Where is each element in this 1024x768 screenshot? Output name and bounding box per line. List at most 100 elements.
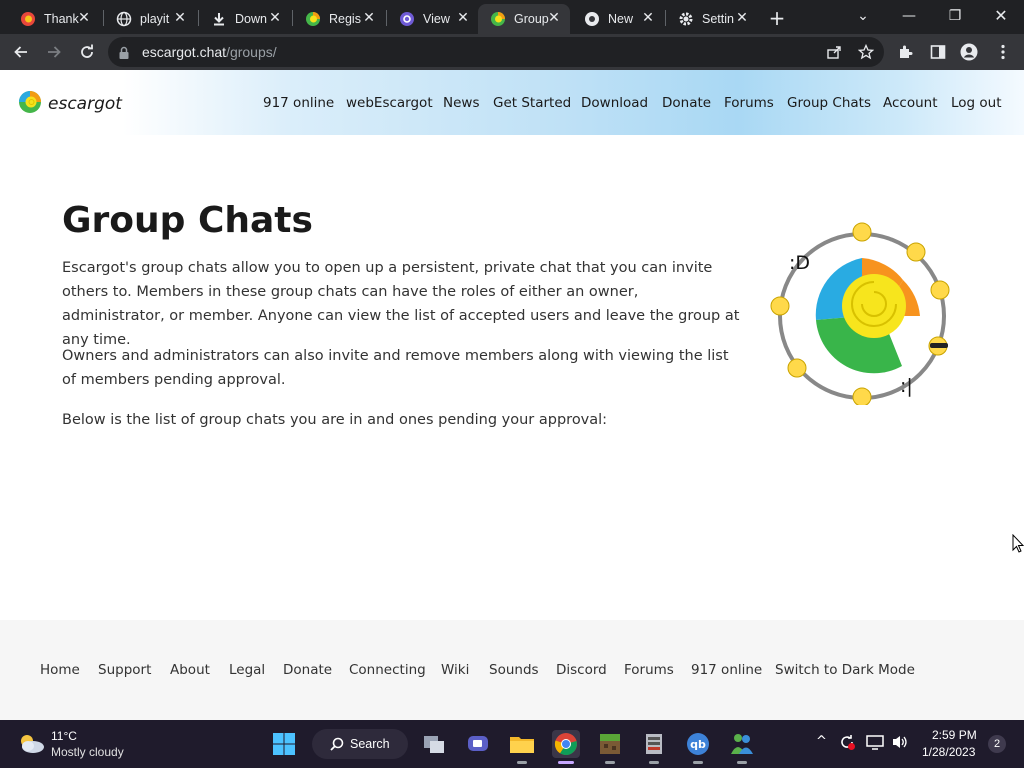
browser-tab[interactable]: Thank ✕: [8, 4, 100, 34]
nav-group-chats[interactable]: Group Chats: [787, 95, 871, 111]
globe-icon: [116, 11, 132, 27]
browser-tab[interactable]: playit ✕: [104, 4, 196, 34]
close-tab-icon[interactable]: ✕: [455, 10, 471, 26]
footer-sounds[interactable]: Sounds: [489, 662, 539, 678]
browser-toolbar: escargot.chat/groups/: [0, 34, 1024, 70]
chrome-taskbar-icon[interactable]: [552, 730, 580, 764]
escargot-icon: [490, 11, 506, 27]
forward-button[interactable]: [42, 40, 66, 64]
qbittorrent-icon[interactable]: qb: [684, 730, 712, 764]
escargot-icon: [20, 11, 36, 27]
footer-support[interactable]: Support: [98, 662, 151, 678]
msn-messenger-icon[interactable]: [728, 730, 756, 764]
window-close-icon[interactable]: ✕: [988, 4, 1014, 28]
weather-description: Mostly cloudy: [51, 745, 124, 759]
mouse-cursor-icon: [1012, 533, 1024, 558]
escargot-icon: [305, 11, 321, 27]
footer-donate[interactable]: Donate: [283, 662, 332, 678]
footer-wiki[interactable]: Wiki: [441, 662, 469, 678]
close-tab-icon[interactable]: ✕: [546, 10, 562, 26]
browser-tab[interactable]: Regis ✕: [293, 4, 385, 34]
address-bar[interactable]: escargot.chat/groups/: [108, 37, 884, 67]
side-panel-icon[interactable]: [929, 43, 947, 61]
browser-tab[interactable]: Down ✕: [199, 4, 291, 34]
nav-news[interactable]: News: [443, 95, 479, 111]
close-tab-icon[interactable]: ✕: [76, 10, 92, 26]
show-hidden-icons-chevron-icon[interactable]: ^: [816, 734, 827, 749]
running-indicator: [517, 761, 527, 764]
close-tab-icon[interactable]: ✕: [640, 10, 656, 26]
nav-get-started[interactable]: Get Started: [493, 95, 571, 111]
svg-text:qb: qb: [690, 738, 706, 751]
minimize-icon[interactable]: —: [896, 4, 922, 28]
profile-icon[interactable]: [960, 43, 978, 61]
escargot-center-logo: [815, 258, 920, 374]
file-explorer-icon[interactable]: [508, 730, 536, 764]
forward-arrow-icon: [48, 46, 61, 58]
menu-kebab-icon[interactable]: [994, 43, 1012, 61]
site-footer: Home Support About Legal Donate Connecti…: [0, 620, 1024, 720]
tab-search-chevron-icon[interactable]: ⌄: [850, 4, 876, 28]
running-indicator: [558, 761, 574, 764]
nav-online-count[interactable]: 917 online: [263, 95, 334, 111]
sync-alert-icon[interactable]: [838, 733, 856, 755]
start-button[interactable]: [270, 730, 298, 758]
notification-badge[interactable]: 2: [988, 735, 1006, 753]
text-emoticon-neutral: :|: [900, 375, 913, 397]
browser-tab-strip: Thank ✕ playit ✕ Down ✕ Regis ✕ View ✕ G…: [0, 0, 1024, 34]
cloudy-weather-icon[interactable]: [16, 732, 46, 760]
browser-tab[interactable]: New ✕: [572, 4, 664, 34]
text-emoticon-grin: :D: [789, 252, 810, 274]
footer-home[interactable]: Home: [40, 662, 80, 678]
server-app-icon[interactable]: [640, 730, 668, 764]
browser-tab-active[interactable]: Group ✕: [478, 4, 570, 34]
teams-chat-icon[interactable]: [464, 730, 492, 758]
at-icon: [399, 11, 415, 27]
close-tab-icon[interactable]: ✕: [267, 10, 283, 26]
logo-text: escargot: [48, 94, 122, 114]
windows-logo-icon: [273, 733, 295, 755]
volume-icon[interactable]: [891, 734, 909, 754]
nav-donate[interactable]: Donate: [662, 95, 711, 111]
nav-forums[interactable]: Forums: [724, 95, 774, 111]
weather-temperature: 11°C: [51, 729, 77, 743]
footer-legal[interactable]: Legal: [229, 662, 265, 678]
clock-time[interactable]: 2:59 PM: [932, 728, 977, 742]
site-logo[interactable]: escargot: [18, 89, 122, 119]
browser-tab[interactable]: View ✕: [387, 4, 479, 34]
footer-online-count[interactable]: 917 online: [691, 662, 762, 678]
extensions-icon[interactable]: [897, 43, 915, 61]
task-view-icon[interactable]: [420, 730, 448, 758]
footer-forums[interactable]: Forums: [624, 662, 674, 678]
footer-dark-mode-toggle[interactable]: Switch to Dark Mode: [775, 662, 915, 678]
nav-download[interactable]: Download: [581, 95, 648, 111]
url-text: escargot.chat/groups/: [142, 44, 277, 60]
escargot-logo-icon: [18, 89, 42, 119]
close-tab-icon[interactable]: ✕: [172, 10, 188, 26]
minecraft-icon[interactable]: [596, 730, 624, 764]
close-tab-icon[interactable]: ✕: [361, 10, 377, 26]
nav-account[interactable]: Account: [883, 95, 938, 111]
intro-paragraph: Escargot's group chats allow you to open…: [62, 260, 740, 348]
footer-connecting[interactable]: Connecting: [349, 662, 426, 678]
restore-icon[interactable]: ❐: [942, 4, 968, 28]
footer-discord[interactable]: Discord: [556, 662, 607, 678]
footer-about[interactable]: About: [170, 662, 210, 678]
back-button[interactable]: [9, 40, 33, 64]
reload-button[interactable]: [75, 40, 99, 64]
clock-date[interactable]: 1/28/2023: [922, 745, 975, 759]
nav-log-out[interactable]: Log out: [951, 95, 1002, 111]
taskbar-search[interactable]: Search: [312, 729, 408, 759]
close-tab-icon[interactable]: ✕: [734, 10, 750, 26]
network-monitor-icon[interactable]: [866, 734, 884, 754]
browser-tab[interactable]: Settin ✕: [666, 4, 758, 34]
download-icon: [211, 11, 227, 27]
search-icon: [330, 737, 344, 751]
bookmark-star-icon[interactable]: [857, 43, 875, 60]
new-tab-button[interactable]: +: [766, 7, 788, 29]
share-icon[interactable]: [826, 44, 842, 60]
running-indicator: [693, 761, 703, 764]
nav-webescargot[interactable]: webEscargot: [346, 95, 433, 111]
gear-icon: [678, 11, 694, 27]
list-intro-paragraph: Below is the list of group chats you are…: [62, 412, 608, 428]
